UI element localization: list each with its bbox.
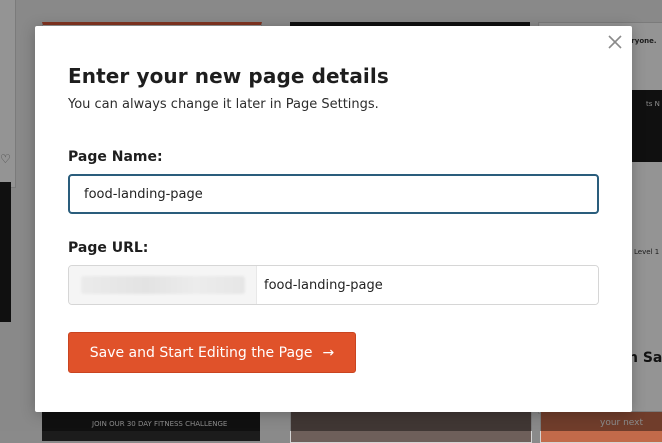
page-name-label: Page Name: (68, 149, 163, 165)
arrow-right-icon: → (322, 344, 335, 361)
new-page-details-modal: Enter your new page details You can alwa… (35, 26, 632, 412)
page-url-label: Page URL: (68, 240, 149, 256)
close-icon[interactable] (607, 34, 623, 50)
modal-title: Enter your new page details (68, 64, 389, 88)
page-url-slug-input[interactable] (257, 266, 598, 304)
blurred-domain-prefix (81, 276, 245, 294)
page-url-prefix (69, 266, 257, 304)
save-button-label: Save and Start Editing the Page (89, 344, 313, 361)
save-and-edit-button[interactable]: Save and Start Editing the Page → (68, 332, 356, 373)
page-url-field (68, 265, 599, 305)
page-name-input[interactable] (68, 174, 599, 214)
modal-subtitle: You can always change it later in Page S… (68, 97, 379, 112)
